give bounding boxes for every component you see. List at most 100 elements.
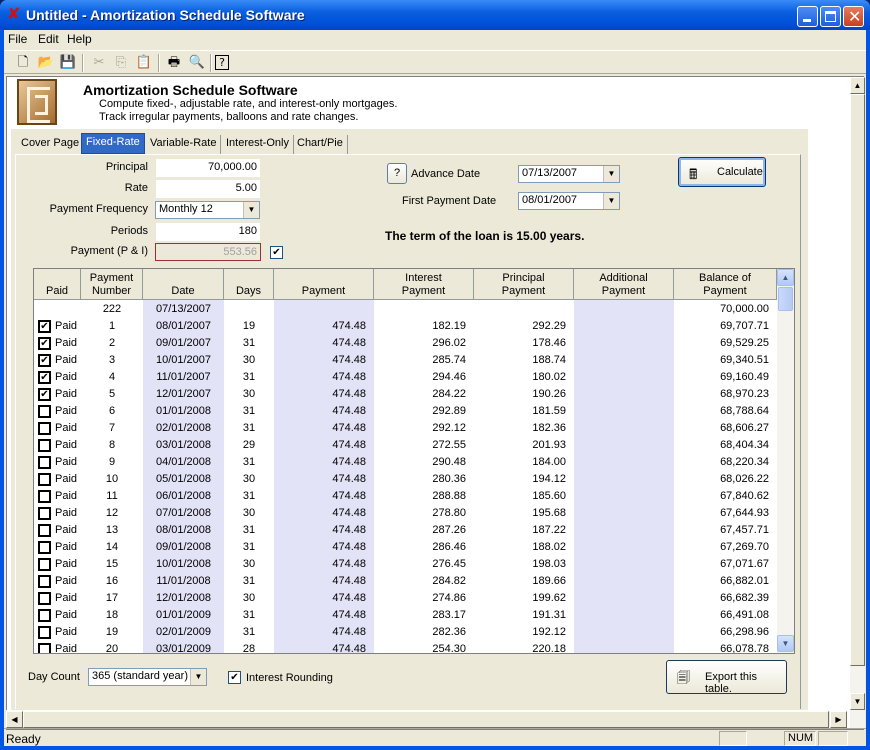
additional-payment <box>574 541 666 556</box>
balance: 67,269.70 <box>720 541 769 553</box>
paid-checkbox[interactable] <box>38 422 51 435</box>
periods-input[interactable]: 180 <box>156 223 260 241</box>
scroll-down-icon[interactable]: ▼ <box>777 635 794 652</box>
payment-number: 2 <box>108 337 116 349</box>
day-count-value: 365 (standard year) <box>92 670 188 682</box>
paid-label: Paid <box>55 405 78 417</box>
tab-fixed-rate[interactable]: Fixed-Rate <box>81 133 145 154</box>
print-preview-icon[interactable]: 🔍 <box>187 53 207 73</box>
paid-checkbox[interactable] <box>38 439 51 452</box>
days: 31 <box>242 490 256 502</box>
table-row: ✔ Paid 5 12/01/2007 30 474.48 284.22 190.26 68,9… <box>34 386 777 403</box>
paid-checkbox[interactable] <box>38 626 51 639</box>
close-button[interactable]: ✕ <box>843 6 864 27</box>
new-icon[interactable]: 🗋 <box>13 53 33 73</box>
export-table-button[interactable]: 🗐 Export this table. <box>666 660 787 695</box>
paid-checkbox[interactable] <box>38 541 51 554</box>
col-additional-payment-header[interactable]: Additional Payment <box>574 269 674 300</box>
days: 30 <box>242 558 256 570</box>
paid-checkbox[interactable]: ✔ <box>38 337 51 350</box>
paid-checkbox[interactable] <box>38 405 51 418</box>
interest-payment: 254.30 <box>432 643 466 654</box>
title-bar[interactable]: ✘ Untitled - Amortization Schedule Softw… <box>0 0 870 30</box>
scroll-right-icon[interactable]: ▶ <box>830 711 847 728</box>
payment-override-checkbox[interactable]: ✔ <box>270 246 283 259</box>
chevron-down-icon[interactable]: ▼ <box>603 193 619 209</box>
col-paid-header[interactable]: Paid <box>34 269 81 300</box>
minimize-button[interactable] <box>797 6 818 27</box>
paid-label: Paid <box>55 439 78 451</box>
tab-interest-only[interactable]: Interest-Only <box>222 135 294 154</box>
col-balance-header[interactable]: Balance of Payment <box>674 269 777 300</box>
menu-edit[interactable]: Edit <box>38 32 59 46</box>
chevron-down-icon[interactable]: ▼ <box>243 202 259 218</box>
interest-rounding-checkbox[interactable]: ✔ <box>228 671 241 684</box>
paid-checkbox[interactable] <box>38 507 51 520</box>
window-horizontal-scrollbar[interactable]: ◀ ▶ <box>6 710 847 728</box>
tab-chart-pie[interactable]: Chart/Pie <box>293 135 348 154</box>
horizontal-scroll-thumb[interactable] <box>23 711 829 728</box>
additional-payment <box>574 609 666 624</box>
paid-checkbox[interactable]: ✔ <box>38 371 51 384</box>
paid-checkbox[interactable] <box>38 575 51 588</box>
paid-checkbox[interactable] <box>38 609 51 622</box>
principal-payment: 220.18 <box>532 643 566 654</box>
col-interest-payment-header[interactable]: Interest Payment <box>374 269 474 300</box>
open-icon[interactable]: 📂 <box>36 53 56 73</box>
paid-checkbox[interactable] <box>38 473 51 486</box>
print-icon[interactable]: 🖶 <box>164 53 184 73</box>
col-payment-header[interactable]: Payment <box>274 269 374 300</box>
payment-amount: 474.48 <box>332 575 366 587</box>
balance: 68,026.22 <box>720 473 769 485</box>
scroll-left-icon[interactable]: ◀ <box>6 711 23 728</box>
table-row: Paid 7 02/01/2008 31 474.48 292.12 182.36 68,60… <box>34 420 777 437</box>
menu-help[interactable]: Help <box>67 32 92 46</box>
window-vertical-scrollbar[interactable]: ▲ ▼ <box>850 77 865 729</box>
paste-icon: 📋 <box>135 55 153 70</box>
header-line-1: Interest <box>405 272 442 284</box>
paid-label: Paid <box>55 337 78 349</box>
scroll-up-icon[interactable]: ▲ <box>850 77 865 94</box>
paid-checkbox[interactable] <box>38 490 51 503</box>
paid-checkbox[interactable] <box>38 592 51 605</box>
paid-checkbox[interactable] <box>38 558 51 571</box>
menu-file[interactable]: File <box>8 32 27 46</box>
chevron-down-icon[interactable]: ▼ <box>603 166 619 182</box>
first-payment-date-picker[interactable]: 08/01/2007 ▼ <box>518 192 620 210</box>
rate-input[interactable]: 5.00 <box>156 180 260 198</box>
col-payment-number-header[interactable]: Payment Number <box>81 269 143 300</box>
paid-checkbox[interactable]: ✔ <box>38 388 51 401</box>
days: 30 <box>242 507 256 519</box>
tab-cover-page[interactable]: Cover Page <box>17 135 85 154</box>
balance: 66,298.96 <box>720 626 769 638</box>
payment-date: 08/01/2008 <box>155 524 212 536</box>
payment-date: 03/01/2009 <box>155 643 212 654</box>
advance-date-picker[interactable]: 07/13/2007 ▼ <box>518 165 620 183</box>
col-date-header[interactable]: Date <box>143 269 224 300</box>
help-button[interactable]: ? <box>387 163 407 184</box>
paid-checkbox[interactable]: ✔ <box>38 320 51 333</box>
help-icon[interactable]: ? <box>215 55 229 70</box>
day-count-select[interactable]: 365 (standard year) ▼ <box>88 668 207 686</box>
tab-variable-rate[interactable]: Variable-Rate <box>146 135 222 154</box>
paid-checkbox[interactable]: ✔ <box>38 354 51 367</box>
chevron-down-icon[interactable]: ▼ <box>190 669 206 685</box>
scroll-up-icon[interactable]: ▲ <box>777 269 794 286</box>
col-principal-payment-header[interactable]: Principal Payment <box>474 269 574 300</box>
table-scroll-thumb[interactable] <box>778 287 793 311</box>
paid-checkbox[interactable] <box>38 643 51 653</box>
maximize-button[interactable] <box>820 6 841 27</box>
paid-checkbox[interactable] <box>38 524 51 537</box>
interest-rounding-label[interactable]: Interest Rounding <box>246 672 333 684</box>
calculate-button[interactable]: 🖩 Calculate <box>678 157 766 187</box>
days: 31 <box>242 626 256 638</box>
app-window: ✘ Untitled - Amortization Schedule Softw… <box>0 0 870 750</box>
save-icon[interactable]: 💾 <box>58 53 78 73</box>
principal-input[interactable]: 70,000.00 <box>156 159 260 177</box>
col-days-header[interactable]: Days <box>224 269 274 300</box>
paid-checkbox[interactable] <box>38 456 51 469</box>
payment-frequency-select[interactable]: Monthly 12 ▼ <box>155 201 260 219</box>
scroll-down-icon[interactable]: ▼ <box>850 693 865 710</box>
window-scroll-thumb[interactable] <box>850 94 865 666</box>
table-scrollbar[interactable]: ▲ ▼ <box>777 269 794 653</box>
